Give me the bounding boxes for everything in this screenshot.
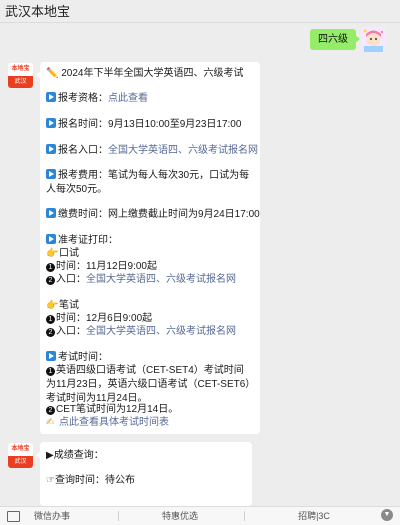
eligibility-link[interactable]: 点此查看 — [108, 93, 148, 104]
keyboard-icon[interactable] — [7, 511, 20, 522]
pointing-right-icon: ☞ — [46, 475, 55, 486]
eligibility-row: 报考资格：点此查看 — [46, 92, 148, 106]
tab-divider — [244, 511, 245, 521]
reg-time-row: 报名时间：9月13日10:00至9月23日17:00 — [46, 118, 241, 132]
number-two-icon: 2 — [46, 328, 55, 337]
pointing-hand-icon: 👉 — [46, 300, 59, 311]
written-time-row: 1 时间：12月6日9:00起 — [46, 312, 152, 326]
tab-special-offers[interactable]: 特惠优选 — [128, 507, 232, 525]
triangle-right-icon: ▶ — [46, 450, 54, 461]
play-square-icon — [46, 208, 56, 218]
number-two-icon: 2 — [46, 406, 55, 415]
written-entry-link[interactable]: 全国大学英语四、六级考试报名网 — [86, 326, 236, 337]
reg-entry-row: 报名入口：全国大学英语四、六级考试报名网 — [46, 144, 258, 158]
exam-schedule-link[interactable]: 点此查看具体考试时间表 — [59, 417, 169, 428]
pointing-hand-icon: 👉 — [46, 248, 59, 259]
message-heading: ✏️ 2024年下半年全国大学英语四、六级考试 — [46, 68, 244, 79]
exam-time-item-1: 1 英语四级口语考试（CET-SET4）考试时间为11月23日，英语六级口语考试（… — [46, 365, 251, 404]
bottom-menu-bar: 微信办事 特惠优选 招聘|3C — [0, 506, 400, 525]
pay-time-row: 缴费时间：网上缴费截止时间为9月24日17:00 — [46, 208, 260, 222]
play-square-icon — [46, 234, 56, 244]
exam-schedule-row: ✍ 点此查看具体考试时间表 — [46, 416, 169, 430]
bot-message-exam-info: ✏️ 2024年下半年全国大学英语四、六级考试 报考资格：点此查看 报名时间：9… — [36, 62, 260, 434]
tab-recruitment[interactable]: 招聘|3C — [284, 507, 344, 525]
fee-row: 报考费用：笔试为每人每次30元，口试为每人每次50元。 — [46, 169, 250, 195]
tab-divider — [118, 511, 119, 521]
tab-wechat-services[interactable]: 微信办事 — [22, 507, 82, 525]
pencil-icon: ✏️ — [46, 68, 59, 79]
oral-entry-link[interactable]: 全国大学英语四、六级考试报名网 — [86, 274, 236, 285]
admit-card-heading: 准考证打印： — [46, 234, 118, 248]
exam-time-item-2: 2 CET笔试时间为12月14日。 — [46, 403, 178, 417]
oral-title: 👉口试 — [46, 248, 79, 259]
query-time-row: ☞查询时间：待公布 — [46, 475, 135, 486]
oral-time-row: 1 时间：11月12日9:00起 — [46, 260, 157, 274]
reg-entry-link[interactable]: 全国大学英语四、六级考试报名网 — [108, 145, 258, 156]
results-heading: ▶成绩查询： — [46, 450, 104, 461]
exam-time-heading: 考试时间： — [46, 351, 108, 365]
bot-avatar[interactable]: 本地宝 武汉 — [8, 443, 33, 468]
number-one-icon: 1 — [46, 263, 55, 272]
number-one-icon: 1 — [46, 315, 55, 324]
scroll-down-icon[interactable]: ▼ — [381, 509, 393, 521]
number-two-icon: 2 — [46, 276, 55, 285]
written-entry-row: 2 入口：全国大学英语四、六级考试报名网 — [46, 325, 236, 339]
play-square-icon — [46, 118, 56, 128]
number-one-icon: 1 — [46, 367, 55, 376]
oral-entry-row: 2 入口：全国大学英语四、六级考试报名网 — [46, 273, 236, 287]
bot-message-results: ▶成绩查询： ☞查询时间：待公布 — [36, 442, 252, 506]
bot-avatar-brand: 本地宝 — [11, 66, 30, 72]
play-square-icon — [46, 144, 56, 154]
play-square-icon — [46, 351, 56, 361]
chat-title: 武汉本地宝 — [5, 4, 71, 19]
user-avatar[interactable] — [361, 27, 386, 52]
bot-avatar-city: 武汉 — [8, 456, 33, 468]
written-title: 👉笔试 — [46, 300, 79, 311]
bot-avatar[interactable]: 本地宝 武汉 — [8, 63, 33, 88]
writing-hand-icon: ✍ — [46, 417, 55, 428]
play-square-icon — [46, 169, 56, 179]
bot-avatar-brand: 本地宝 — [11, 446, 30, 452]
title-bar: 武汉本地宝 — [0, 0, 400, 23]
play-square-icon — [46, 92, 56, 102]
user-message-bubble: 四六级 — [310, 29, 360, 50]
bot-avatar-city: 武汉 — [8, 76, 33, 88]
